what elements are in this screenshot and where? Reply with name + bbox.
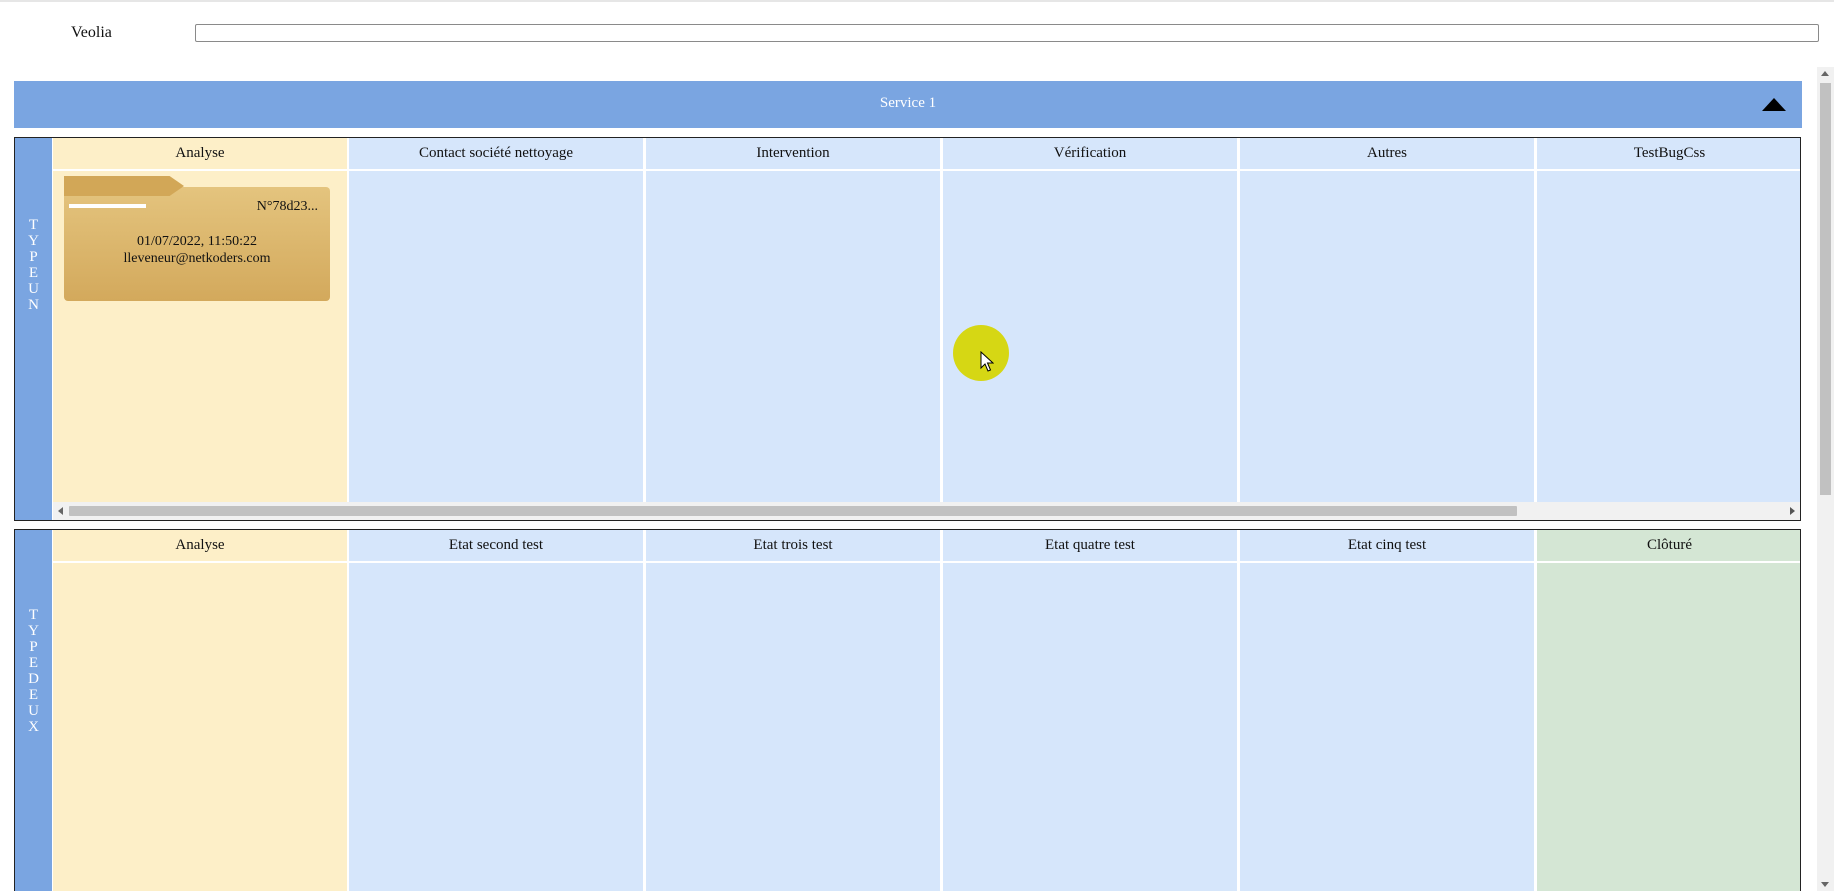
type-letter: E	[28, 265, 39, 281]
board-columns: Analyse Etat second test Etat trois test…	[53, 530, 1800, 891]
type-letter: N	[28, 297, 39, 313]
column-header: Etat second test	[349, 530, 643, 563]
type-letter: P	[29, 639, 38, 655]
column-header: Etat cinq test	[1240, 530, 1534, 563]
type-letter: T	[28, 607, 39, 623]
service-header[interactable]: Service 1	[14, 81, 1802, 128]
client-label: Veolia	[71, 24, 112, 41]
column-intervention[interactable]: Intervention	[646, 138, 942, 502]
card-stripe	[69, 204, 146, 208]
type-letter: Y	[28, 233, 39, 249]
scrollbar-thumb[interactable]	[69, 506, 1517, 516]
scroll-up-icon[interactable]	[1821, 71, 1829, 76]
type-label-bar: T Y P E U N	[15, 138, 52, 520]
scroll-down-icon[interactable]	[1821, 882, 1829, 887]
column-etat-trois-test[interactable]: Etat trois test	[646, 530, 942, 891]
column-header: Intervention	[646, 138, 940, 171]
type-letter: E	[28, 655, 39, 671]
scrollbar-thumb[interactable]	[1820, 83, 1831, 495]
column-cloture[interactable]: Clôturé	[1537, 530, 1800, 891]
ticket-email: lleveneur@netkoders.com	[123, 251, 271, 266]
ticket-card[interactable]: N°78d23... 01/07/2022, 11:50:22 lleveneu…	[64, 176, 330, 301]
type-label: T Y P E D E U X	[15, 607, 52, 735]
column-header: Analyse	[53, 138, 347, 171]
type-label-bar: T Y P E D E U X	[15, 530, 52, 891]
type-letter: E	[28, 687, 39, 703]
column-analyse[interactable]: Analyse N°78d23... 01/07/2022, 11:50:22 …	[53, 138, 349, 502]
scroll-right-icon[interactable]	[1790, 507, 1795, 515]
scroll-left-icon[interactable]	[58, 507, 63, 515]
type-letter: U	[28, 281, 39, 297]
client-input[interactable]	[195, 24, 1819, 42]
column-header: Clôturé	[1537, 530, 1800, 563]
ticket-number: N°78d23...	[256, 199, 318, 214]
column-analyse[interactable]: Analyse	[53, 530, 349, 891]
type-letter: X	[28, 719, 39, 735]
column-header: Etat quatre test	[943, 530, 1237, 563]
mouse-pointer-icon	[980, 351, 994, 372]
type-letter: D	[28, 671, 39, 687]
service-title: Service 1	[879, 95, 937, 111]
column-header: Vérification	[943, 138, 1237, 171]
vertical-scrollbar[interactable]	[1817, 67, 1834, 891]
folder-tab-icon	[64, 176, 184, 196]
collapse-up-icon[interactable]	[1762, 98, 1786, 111]
type-letter: U	[28, 703, 39, 719]
column-autres[interactable]: Autres	[1240, 138, 1536, 502]
column-testbugcss[interactable]: TestBugCss	[1537, 138, 1800, 502]
type-letter: T	[28, 217, 39, 233]
column-etat-cinq-test[interactable]: Etat cinq test	[1240, 530, 1536, 891]
column-header: Analyse	[53, 530, 347, 563]
horizontal-scrollbar[interactable]	[53, 502, 1800, 520]
board-type-un: T Y P E U N Analyse N°78d23... 01/07/202…	[14, 137, 1801, 521]
column-etat-second-test[interactable]: Etat second test	[349, 530, 645, 891]
column-header: Autres	[1240, 138, 1534, 171]
type-letter: Y	[28, 623, 39, 639]
column-header: Contact société nettoyage	[349, 138, 643, 171]
column-header: TestBugCss	[1537, 138, 1800, 171]
board-type-deux: T Y P E D E U X Analyse Etat second test…	[14, 529, 1801, 891]
ticket-date: 01/07/2022, 11:50:22	[136, 234, 258, 249]
type-letter: P	[29, 249, 38, 265]
column-verification[interactable]: Vérification	[943, 138, 1239, 502]
column-contact[interactable]: Contact société nettoyage	[349, 138, 645, 502]
type-label: T Y P E U N	[15, 217, 52, 313]
board-columns: Analyse N°78d23... 01/07/2022, 11:50:22 …	[53, 138, 1800, 502]
column-header: Etat trois test	[646, 530, 940, 563]
top-border	[0, 0, 1834, 2]
column-etat-quatre-test[interactable]: Etat quatre test	[943, 530, 1239, 891]
